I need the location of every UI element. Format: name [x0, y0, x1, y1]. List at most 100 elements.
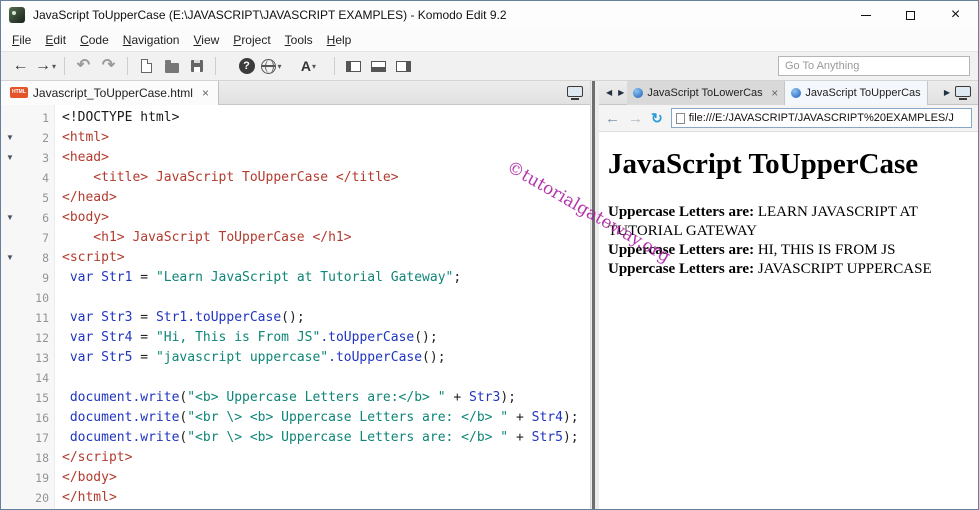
code-line[interactable]: 1 <!DOCTYPE html> — [1, 108, 590, 128]
menu-item-project[interactable]: Project — [226, 31, 277, 49]
toolbar-separator — [127, 57, 128, 75]
browser-view-icon[interactable] — [955, 86, 971, 97]
code-line[interactable]: 14 — [1, 368, 590, 388]
output-line: Uppercase Letters are: HI, THIS IS FROM … — [608, 242, 896, 258]
code-text: <title> JavaScript ToUpperCase </title> — [62, 170, 399, 185]
line-number: 10 — [35, 291, 49, 305]
menu-item-view[interactable]: View — [186, 31, 226, 49]
undo-button[interactable]: ↶ — [72, 54, 95, 78]
toggle-left-pane-button[interactable] — [342, 54, 365, 78]
code-editor[interactable]: 1 <!DOCTYPE html> ▼ 2 <html> ▼ 3 <head> 4 <title… — [1, 105, 590, 509]
editor-tab[interactable]: HTML Javascript_ToUpperCase.html × — [1, 80, 219, 105]
output-line: Uppercase Letters are: LEARN JAVASCRIPT … — [608, 204, 918, 239]
fold-arrow-icon[interactable]: ▼ — [1, 128, 19, 148]
preview-tab-tolowercase[interactable]: JavaScript ToLowerCase × — [627, 80, 786, 105]
line-number: 19 — [35, 471, 49, 485]
tab-overflow-icon[interactable]: ▶ — [942, 88, 952, 97]
page-heading: JavaScript ToUpperCase — [608, 148, 919, 180]
page-icon — [675, 112, 685, 124]
minimize-button[interactable] — [843, 1, 888, 29]
nav-refresh-icon[interactable]: ↻ — [651, 111, 663, 125]
line-number: 8 — [42, 251, 49, 265]
tab-close-icon[interactable]: × — [202, 86, 209, 100]
komodo-app-icon — [9, 7, 25, 23]
menu-item-file[interactable]: File — [5, 31, 38, 49]
code-line[interactable]: 9 var Str1 = "Learn JavaScript at Tutori… — [1, 268, 590, 288]
line-number: 9 — [42, 271, 49, 285]
fold-arrow-icon[interactable]: ▼ — [1, 208, 19, 228]
code-line[interactable]: ▼ 8 <script> — [1, 248, 590, 268]
back-button[interactable]: ← — [9, 54, 32, 78]
help-icon: ? — [238, 58, 255, 74]
line-number: 5 — [42, 191, 49, 205]
code-line[interactable]: 15 document.write("<b> Uppercase Letters… — [1, 388, 590, 408]
browser-preview-button[interactable]: ▾ — [260, 54, 283, 78]
code-line[interactable]: 19 </body> — [1, 468, 590, 488]
menu-item-code[interactable]: Code — [73, 31, 116, 49]
code-text: <script> — [62, 250, 125, 265]
menu-item-help[interactable]: Help — [320, 31, 359, 49]
open-file-button[interactable] — [160, 54, 183, 78]
fold-arrow-icon[interactable]: ▼ — [1, 148, 19, 168]
window-controls: × — [843, 1, 978, 29]
code-line[interactable]: 12 var Str4 = "Hi, This is From JS".toUp… — [1, 328, 590, 348]
html-file-icon: HTML — [10, 87, 28, 98]
browser-tab-icon — [633, 87, 644, 98]
code-line[interactable]: 5 </head> — [1, 188, 590, 208]
scrollbar-thumb[interactable] — [592, 81, 595, 509]
line-number: 14 — [35, 371, 49, 385]
save-button[interactable] — [185, 54, 208, 78]
help-button[interactable]: ? — [235, 54, 258, 78]
toggle-bottom-pane-button[interactable] — [367, 54, 390, 78]
toggle-right-pane-button[interactable] — [392, 54, 415, 78]
line-number: 4 — [42, 171, 49, 185]
code-text: var Str5 = "javascript uppercase".toUppe… — [62, 350, 446, 365]
tab-close-icon[interactable]: × — [771, 86, 778, 100]
nav-back-icon[interactable]: ← — [605, 111, 620, 126]
editor-view-menu-icon[interactable] — [567, 86, 583, 97]
preview-tab-touppercase[interactable]: JavaScript ToUpperCas — [785, 80, 928, 105]
menu-item-navigation[interactable]: Navigation — [116, 31, 187, 49]
fold-arrow-icon[interactable]: ▼ — [1, 248, 19, 268]
menu-item-edit[interactable]: Edit — [38, 31, 73, 49]
maximize-button[interactable] — [888, 1, 933, 29]
code-line[interactable]: 4 <title> JavaScript ToUpperCase </title… — [1, 168, 590, 188]
close-button[interactable]: × — [933, 1, 978, 29]
code-line[interactable]: ▼ 3 <head> — [1, 148, 590, 168]
code-line[interactable]: 16 document.write("<br \> <b> Uppercase … — [1, 408, 590, 428]
code-line[interactable]: 11 var Str3 = Str1.toUpperCase(); — [1, 308, 590, 328]
code-line[interactable]: 18 </script> — [1, 448, 590, 468]
save-icon — [190, 60, 203, 72]
tab-scroll-right-icon[interactable]: ▶ — [615, 88, 627, 97]
tab-scroll-left-icon[interactable]: ◀ — [603, 88, 615, 97]
preview-tab-label: JavaScript ToUpperCas — [805, 86, 921, 99]
line-number: 17 — [35, 431, 49, 445]
forward-button[interactable]: → ▾ — [34, 54, 57, 78]
editor-tabbar: HTML Javascript_ToUpperCase.html × — [1, 80, 590, 105]
code-line[interactable]: 10 — [1, 288, 590, 308]
redo-button[interactable]: ↷ — [97, 54, 120, 78]
browser-tab-icon — [791, 87, 802, 98]
code-text: <body> — [62, 210, 109, 225]
new-file-button[interactable] — [135, 54, 158, 78]
code-text: <html> — [62, 130, 109, 145]
code-line[interactable]: 20 </html> — [1, 488, 590, 508]
code-line[interactable]: 7 <h1> JavaScript ToUpperCase </h1> — [1, 228, 590, 248]
editor-scrollbar[interactable] — [590, 81, 599, 509]
address-bar[interactable]: file:///E:/JAVASCRIPT/JAVASCRIPT%20EXAMP… — [670, 108, 972, 128]
nav-forward-icon[interactable]: → — [628, 111, 643, 126]
menu-item-tools[interactable]: Tools — [278, 31, 320, 49]
code-line[interactable]: 13 var Str5 = "javascript uppercase".toU… — [1, 348, 590, 368]
code-line[interactable]: 17 document.write("<br \> <b> Uppercase … — [1, 428, 590, 448]
code-line[interactable]: ▼ 2 <html> — [1, 128, 590, 148]
goto-anything-input[interactable] — [778, 56, 970, 76]
font-size-button[interactable]: A ▾ — [297, 54, 320, 78]
code-text: <!DOCTYPE html> — [62, 110, 180, 125]
code-line[interactable]: ▼ 6 <body> — [1, 208, 590, 228]
